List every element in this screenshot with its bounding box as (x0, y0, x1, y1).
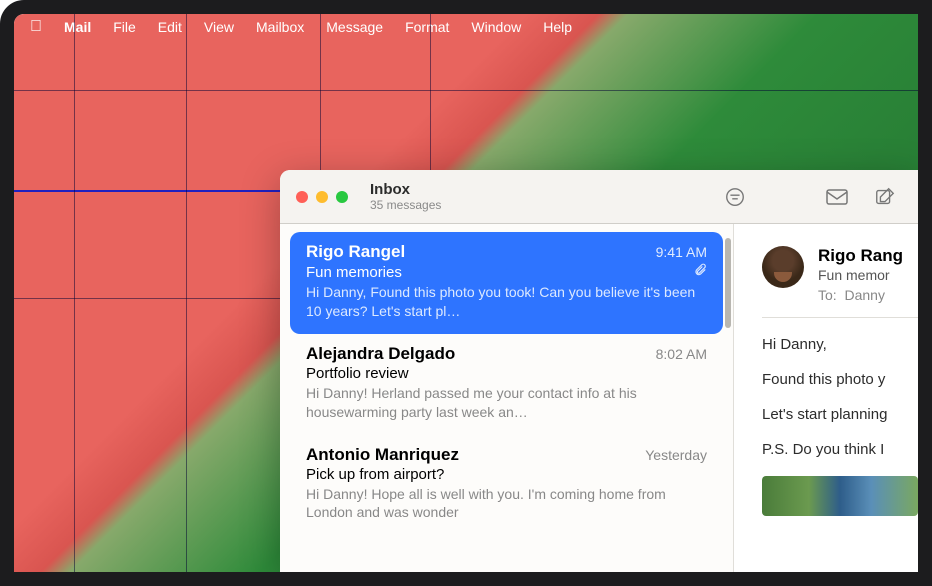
message-preview: Hi Danny! Hope all is well with you. I'm… (306, 485, 707, 523)
avatar (762, 246, 804, 288)
scrollbar[interactable] (725, 238, 731, 328)
traffic-lights (296, 191, 348, 203)
menu-message[interactable]: Message (326, 19, 383, 35)
to-recipient: Danny (844, 287, 884, 303)
reader-body: Hi Danny, Found this photo y Let's start… (762, 318, 918, 516)
window-title: Inbox (370, 181, 441, 198)
menu-mailbox[interactable]: Mailbox (256, 19, 304, 35)
menu-edit[interactable]: Edit (158, 19, 182, 35)
message-sender: Rigo Rangel (306, 242, 405, 262)
message-time: 9:41 AM (656, 244, 707, 260)
message-time: 8:02 AM (656, 346, 707, 362)
system-menubar:  Mail File Edit View Mailbox Message Fo… (14, 14, 918, 40)
message-item[interactable]: Antonio Manriquez Yesterday Pick up from… (280, 435, 733, 536)
message-count: 35 messages (370, 198, 441, 212)
reader-subject: Fun memor (818, 267, 918, 283)
body-line: Found this photo y (762, 371, 918, 388)
body-line: Hi Danny, (762, 336, 918, 353)
envelope-icon[interactable] (820, 185, 854, 209)
reader-sender: Rigo Rang (818, 246, 918, 266)
filter-icon[interactable] (718, 185, 752, 209)
menubar-app[interactable]: Mail (64, 19, 91, 35)
desktop-wallpaper:  Mail File Edit View Mailbox Message Fo… (14, 14, 918, 572)
close-button[interactable] (296, 191, 308, 203)
message-item[interactable]: Rigo Rangel 9:41 AM Fun memories Hi Dann… (290, 232, 723, 334)
minimize-button[interactable] (316, 191, 328, 203)
message-preview: Hi Danny, Found this photo you took! Can… (306, 283, 707, 321)
compose-icon[interactable] (868, 185, 902, 209)
message-preview: Hi Danny! Herland passed me your contact… (306, 384, 707, 422)
message-subject: Pick up from airport? (306, 466, 707, 483)
mail-window: Inbox 35 messages (280, 170, 918, 572)
menu-view[interactable]: View (204, 19, 234, 35)
body-line: P.S. Do you think I (762, 441, 918, 458)
message-reader: Rigo Rang Fun memor To: Danny Hi Danny, … (734, 224, 918, 572)
message-list[interactable]: Rigo Rangel 9:41 AM Fun memories Hi Dann… (280, 224, 734, 572)
message-time: Yesterday (645, 447, 707, 463)
message-sender: Alejandra Delgado (306, 344, 455, 364)
window-titlebar: Inbox 35 messages (280, 170, 918, 224)
guide-line (186, 14, 187, 572)
to-label: To: (818, 287, 837, 303)
message-subject: Portfolio review (306, 365, 707, 382)
attached-image[interactable] (762, 476, 918, 516)
menu-format[interactable]: Format (405, 19, 449, 35)
message-item[interactable]: Alejandra Delgado 8:02 AM Portfolio revi… (280, 334, 733, 435)
body-line: Let's start planning (762, 406, 918, 423)
apple-icon[interactable]:  (30, 18, 42, 36)
message-subject: Fun memories (306, 264, 402, 281)
guide-line (14, 90, 918, 91)
guide-line (74, 14, 75, 572)
message-sender: Antonio Manriquez (306, 445, 459, 465)
menu-window[interactable]: Window (471, 19, 521, 35)
paperclip-icon (693, 263, 707, 281)
menu-file[interactable]: File (113, 19, 136, 35)
maximize-button[interactable] (336, 191, 348, 203)
menu-help[interactable]: Help (543, 19, 572, 35)
